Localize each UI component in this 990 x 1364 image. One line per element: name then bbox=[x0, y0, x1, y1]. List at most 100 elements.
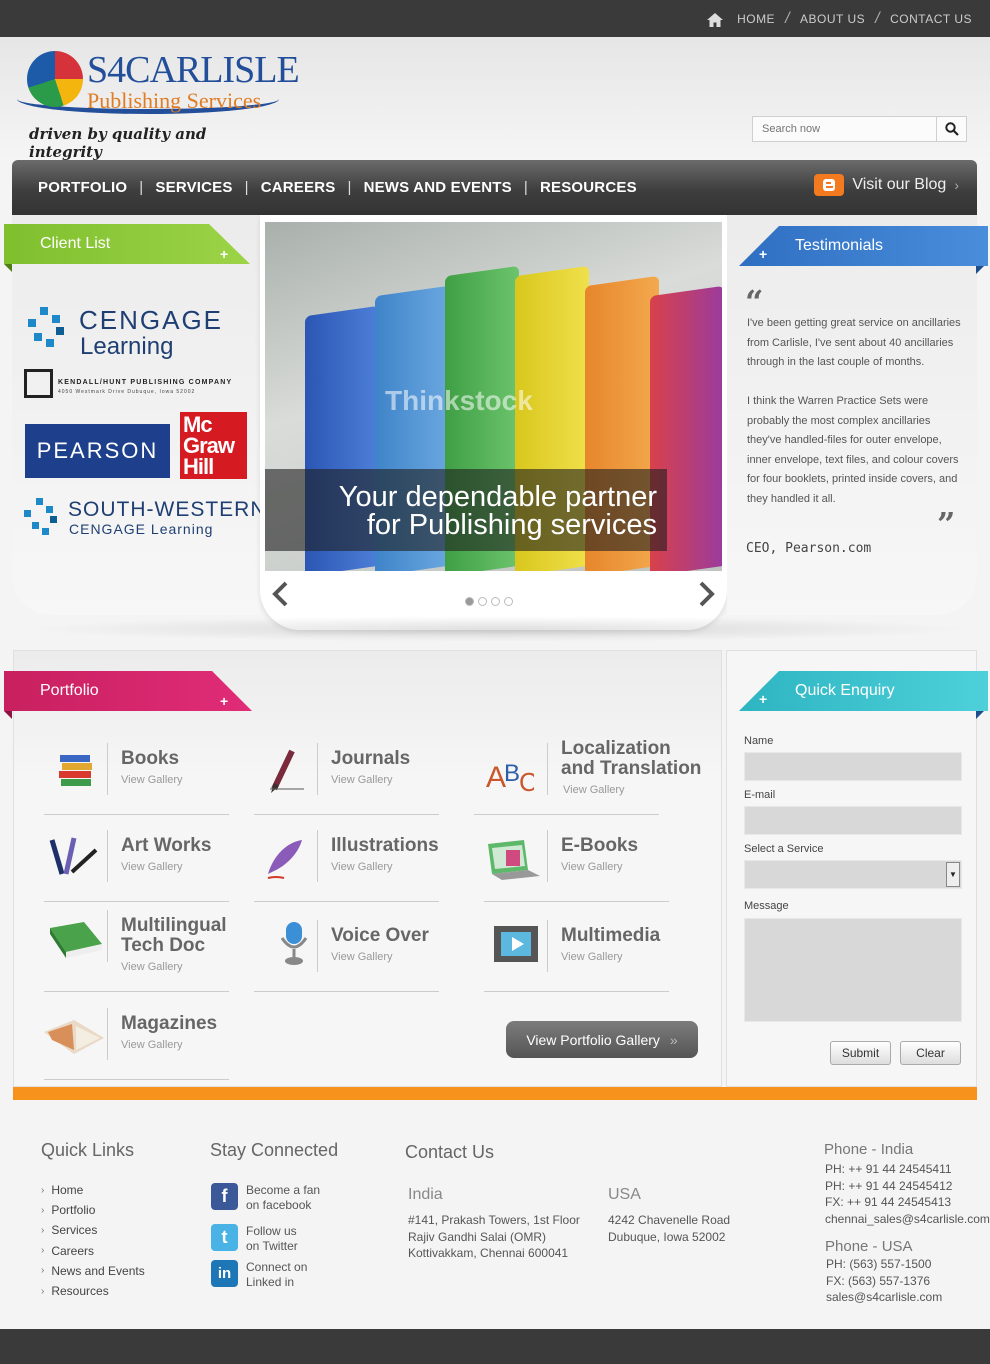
books-view-gallery[interactable]: View Gallery bbox=[121, 774, 183, 786]
email-field[interactable] bbox=[744, 806, 962, 835]
blog-label: Visit our Blog bbox=[852, 176, 947, 193]
dropdown-arrow-icon[interactable]: ▼ bbox=[946, 862, 960, 887]
portfolio-item-localization[interactable]: ABC Localization and Translation View Ga… bbox=[474, 739, 701, 815]
name-label: Name bbox=[744, 735, 774, 747]
slide-caption: Your dependable partner for Publishing s… bbox=[265, 469, 667, 551]
message-textarea[interactable] bbox=[744, 918, 962, 1022]
mcgraw-line1: Mc bbox=[183, 412, 213, 437]
nav-resources[interactable]: RESOURCES bbox=[540, 179, 637, 196]
fax-line: FX: (563) 557-1376 bbox=[826, 1273, 931, 1288]
multimedia-view-gallery[interactable]: View Gallery bbox=[561, 951, 623, 963]
voice-over-view-gallery[interactable]: View Gallery bbox=[331, 951, 393, 963]
blog-link[interactable]: Visit our Blog › bbox=[814, 174, 959, 196]
name-field[interactable] bbox=[744, 752, 962, 781]
testimonials-title: Testimonials bbox=[795, 237, 884, 254]
india-address: #141, Prakash Towers, 1st Floor Rajiv Ga… bbox=[408, 1212, 580, 1262]
cengage-dots-icon bbox=[24, 307, 68, 351]
magazines-view-gallery[interactable]: View Gallery bbox=[121, 1039, 183, 1051]
submit-button[interactable]: Submit bbox=[830, 1041, 891, 1065]
cengage-sub: Learning bbox=[80, 333, 174, 360]
email-link[interactable]: chennai_sales@s4carlisle.com bbox=[825, 1211, 990, 1228]
nav-careers[interactable]: CAREERS bbox=[261, 179, 336, 196]
home-icon[interactable] bbox=[707, 13, 724, 27]
quick-link-portfolio[interactable]: › Portfolio bbox=[41, 1200, 145, 1220]
quick-link-home[interactable]: › Home bbox=[41, 1180, 145, 1200]
nav-services[interactable]: SERVICES bbox=[155, 179, 232, 196]
portfolio-item-ebooks[interactable]: E-Books View Gallery bbox=[484, 830, 669, 902]
top-nav-about[interactable]: ABOUT US bbox=[800, 12, 865, 26]
ribbon-fold bbox=[976, 266, 984, 274]
quick-link-services[interactable]: › Services bbox=[41, 1220, 145, 1240]
portfolio-item-multimedia[interactable]: Multimedia View Gallery bbox=[484, 920, 669, 992]
social-linkedin[interactable]: in Connect on Linked in bbox=[211, 1260, 307, 1290]
portfolio-item-voice-over[interactable]: Voice Over View Gallery bbox=[254, 920, 439, 992]
divider bbox=[317, 920, 318, 972]
double-chevron-right-icon: » bbox=[669, 1031, 678, 1048]
twitter-line2: on Twitter bbox=[246, 1239, 298, 1253]
bottom-bar bbox=[0, 1329, 990, 1364]
top-nav-contact[interactable]: CONTACT US bbox=[890, 12, 972, 26]
portfolio-item-books[interactable]: Books View Gallery bbox=[44, 743, 229, 815]
pearson-logo[interactable]: PEARSON bbox=[25, 424, 170, 478]
portfolio-item-journals[interactable]: Journals View Gallery bbox=[254, 743, 439, 815]
phone-line: PH: ++ 91 44 24545412 bbox=[825, 1178, 953, 1193]
microphone-icon bbox=[254, 918, 314, 968]
nav-news-and-events[interactable]: NEWS AND EVENTS bbox=[364, 179, 512, 196]
linkedin-line2: Linked in bbox=[246, 1275, 295, 1289]
site-logo[interactable]: S4CARLISLE Publishing Services driven by… bbox=[17, 48, 300, 161]
nav-portfolio[interactable]: PORTFOLIO bbox=[38, 179, 127, 196]
film-strip-icon bbox=[484, 920, 544, 970]
phone-line: PH: (563) 557-1500 bbox=[826, 1257, 932, 1271]
journals-view-gallery[interactable]: View Gallery bbox=[331, 774, 393, 786]
search-input[interactable] bbox=[753, 117, 937, 141]
books-title: Books bbox=[121, 748, 180, 769]
separator: / bbox=[875, 10, 881, 27]
stay-connected-title: Stay Connected bbox=[210, 1140, 339, 1160]
illustrations-view-gallery[interactable]: View Gallery bbox=[331, 861, 393, 873]
plus-icon: + bbox=[220, 246, 229, 262]
separator: | bbox=[139, 179, 144, 196]
link-label: Portfolio bbox=[51, 1203, 96, 1218]
ebooks-view-gallery[interactable]: View Gallery bbox=[561, 861, 623, 873]
mcgraw-hill-logo[interactable]: Mc Graw Hill bbox=[180, 412, 247, 479]
slider-dot[interactable] bbox=[491, 597, 500, 606]
slider-dot[interactable] bbox=[465, 597, 474, 606]
mcgraw-line2: Graw bbox=[183, 433, 235, 458]
portfolio-item-magazines[interactable]: Magazines View Gallery bbox=[44, 1008, 229, 1080]
portfolio-item-art-works[interactable]: Art Works View Gallery bbox=[44, 830, 229, 902]
green-book-icon bbox=[44, 916, 104, 966]
slider-prev-arrow-icon[interactable] bbox=[270, 580, 290, 616]
email-link[interactable]: sales@s4carlisle.com bbox=[826, 1289, 942, 1306]
clear-button[interactable]: Clear bbox=[900, 1041, 961, 1065]
link-label: Careers bbox=[51, 1243, 95, 1258]
mcgraw-line3: Hill bbox=[183, 454, 214, 479]
social-facebook[interactable]: f Become a fan on facebook bbox=[211, 1183, 320, 1213]
chevron-right-icon: › bbox=[954, 177, 959, 193]
facebook-line2: on facebook bbox=[246, 1198, 312, 1212]
quick-link-news-and-events[interactable]: › News and Events bbox=[41, 1261, 145, 1281]
slider-next-arrow-icon[interactable] bbox=[697, 580, 717, 616]
portfolio-item-multilingual[interactable]: Multilingual Tech Doc View Gallery bbox=[44, 910, 229, 992]
testimonial-paragraph-1: I've been getting great service on ancil… bbox=[747, 317, 961, 368]
service-select[interactable]: ▼ bbox=[744, 860, 962, 889]
quick-link-careers[interactable]: › Careers bbox=[41, 1241, 145, 1261]
twitter-icon: t bbox=[211, 1224, 238, 1251]
social-twitter[interactable]: t Follow us on Twitter bbox=[211, 1224, 298, 1254]
address-line: Dubuque, Iowa 52002 bbox=[608, 1229, 726, 1244]
kendall-hunt-logo[interactable]: KENDALL/HUNT PUBLISHING COMPANY 4050 Wes… bbox=[24, 369, 252, 399]
phone-usa-title: Phone - USA bbox=[825, 1238, 913, 1255]
quick-links-list: › Home › Portfolio › Services › Careers › New… bbox=[41, 1180, 145, 1301]
multilingual-view-gallery[interactable]: View Gallery bbox=[121, 961, 183, 973]
art-works-view-gallery[interactable]: View Gallery bbox=[121, 861, 183, 873]
message-label: Message bbox=[744, 900, 789, 912]
top-nav-home[interactable]: HOME bbox=[737, 12, 775, 26]
quick-link-resources[interactable]: › Resources bbox=[41, 1281, 145, 1301]
view-portfolio-gallery-button[interactable]: View Portfolio Gallery » bbox=[506, 1021, 698, 1058]
slider-dot[interactable] bbox=[478, 597, 487, 606]
link-label: Services bbox=[51, 1223, 98, 1238]
portfolio-item-illustrations[interactable]: Illustrations View Gallery bbox=[254, 830, 439, 902]
portfolio-ribbon: Portfolio + bbox=[4, 671, 252, 711]
localization-view-gallery[interactable]: View Gallery bbox=[563, 784, 625, 796]
slider-dot[interactable] bbox=[504, 597, 513, 606]
search-button[interactable] bbox=[936, 117, 966, 141]
